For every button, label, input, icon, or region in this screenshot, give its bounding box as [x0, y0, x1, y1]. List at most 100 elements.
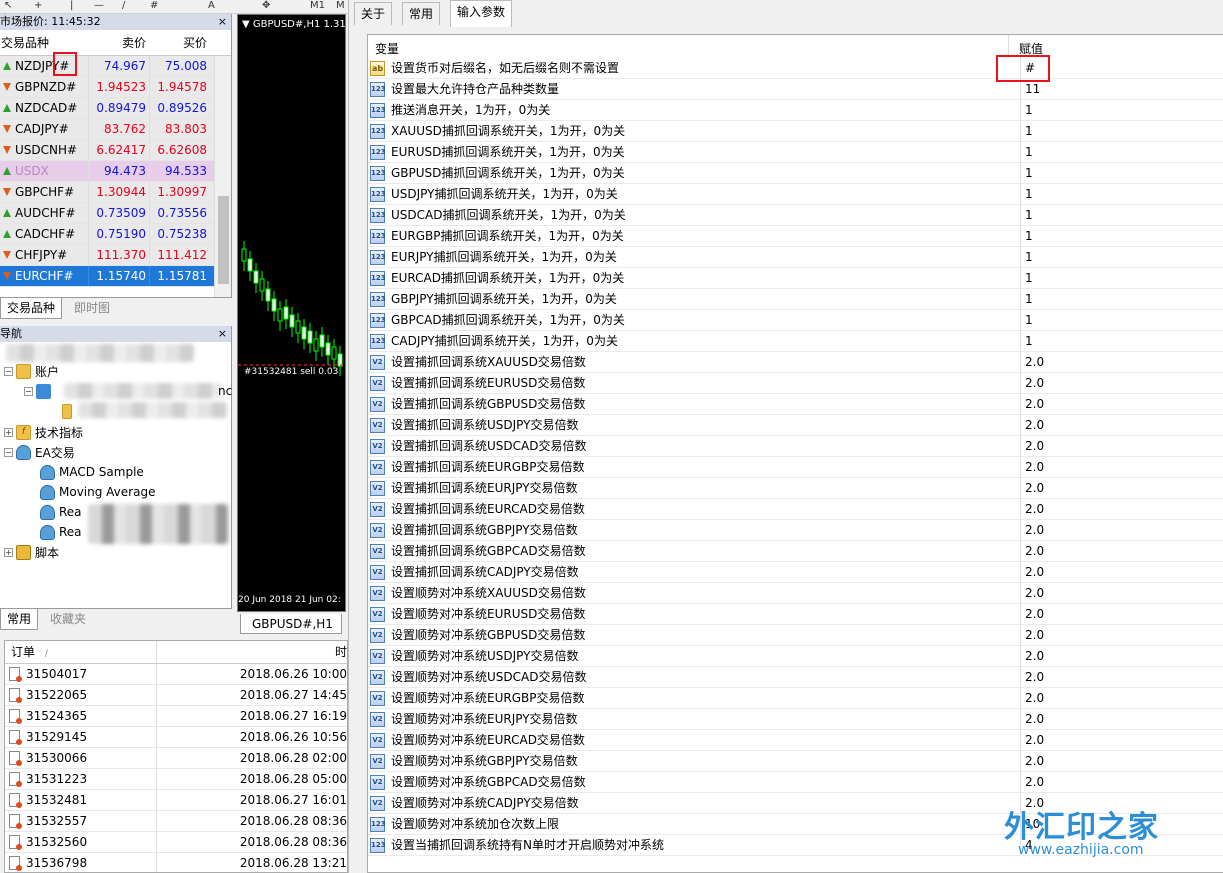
timeframe-m1-button[interactable]: M1 — [310, 0, 325, 11]
table-row[interactable]: V2 设置捕抓回调系统USDCAD交易倍数 2.0 — [368, 436, 1223, 457]
value-input[interactable]: 2.0 — [1020, 730, 1223, 750]
table-row[interactable]: 31532481 2018.06.27 16:01 — [5, 790, 347, 811]
value-input[interactable]: 1 — [1020, 184, 1223, 204]
value-input[interactable]: 2.0 — [1020, 541, 1223, 561]
nav-accounts[interactable]: − 账户 — [4, 362, 59, 380]
table-row[interactable]: 31532557 2018.06.28 08:36 — [5, 811, 347, 832]
table-row[interactable]: 123 GBPUSD捕抓回调系统开关，1为开，0为关 1 — [368, 163, 1223, 184]
tab-symbols[interactable]: 交易品种 — [0, 298, 63, 319]
nav-ea-item[interactable]: Moving Average — [40, 483, 155, 501]
value-input[interactable]: 1 — [1020, 247, 1223, 267]
symbol-row[interactable]: CADCHF# 0.75190 0.75238 — [0, 224, 231, 245]
value-input[interactable]: 1 — [1020, 310, 1223, 330]
text-tool-icon[interactable]: A — [208, 0, 215, 11]
expand-icon[interactable]: − — [4, 366, 13, 376]
value-input[interactable]: 2.0 — [1020, 457, 1223, 477]
tab-common[interactable]: 常用 — [0, 609, 39, 630]
nav-scripts[interactable]: + 脚本 — [4, 543, 59, 561]
value-input[interactable]: 2.0 — [1020, 583, 1223, 603]
table-row[interactable]: V2 设置顺势对冲系统USDCAD交易倍数 2.0 — [368, 667, 1223, 688]
table-row[interactable]: 123 USDJPY捕抓回调系统开关，1为开，0为关 1 — [368, 184, 1223, 205]
table-row[interactable]: V2 设置捕抓回调系统EURGBP交易倍数 2.0 — [368, 457, 1223, 478]
table-row[interactable]: 123 EURCAD捕抓回调系统开关，1为开，0为关 1 — [368, 268, 1223, 289]
nav-ea-item[interactable]: MACD Sample — [40, 463, 144, 481]
value-input[interactable]: 2.0 — [1020, 688, 1223, 708]
nav-account-user[interactable] — [62, 402, 76, 420]
nav-ea-item[interactable]: Rea — [40, 503, 82, 521]
table-row[interactable]: V2 设置捕抓回调系统GBPUSD交易倍数 2.0 — [368, 394, 1223, 415]
value-input[interactable]: 2.0 — [1020, 625, 1223, 645]
value-input[interactable]: 1 — [1020, 121, 1223, 141]
value-input[interactable]: 2.0 — [1020, 604, 1223, 624]
symbol-row[interactable]: USDCNH# 6.62417 6.62608 — [0, 140, 231, 161]
table-row[interactable]: V2 设置捕抓回调系统CADJPY交易倍数 2.0 — [368, 562, 1223, 583]
table-row[interactable]: V2 设置顺势对冲系统GBPJPY交易倍数 2.0 — [368, 751, 1223, 772]
symbol-row[interactable]: GBPNZD# 1.94523 1.94578 — [0, 77, 231, 98]
tab-common[interactable]: 常用 — [402, 2, 441, 25]
value-input[interactable]: 2.0 — [1020, 352, 1223, 372]
value-input[interactable]: 1 — [1020, 226, 1223, 246]
fibonacci-icon[interactable]: # — [150, 0, 158, 11]
column-header-ask[interactable]: 买价 — [149, 30, 210, 55]
table-row[interactable]: V2 设置捕抓回调系统GBPCAD交易倍数 2.0 — [368, 541, 1223, 562]
vertical-line-icon[interactable]: | — [70, 0, 73, 11]
value-input[interactable]: 1 — [1020, 268, 1223, 288]
symbol-row[interactable]: CHFJPY# 111.370 111.412 — [0, 245, 231, 266]
table-row[interactable]: 31504017 2018.06.26 10:00 — [5, 664, 347, 685]
value-input[interactable]: 2.0 — [1020, 436, 1223, 456]
tab-favorites[interactable]: 收藏夹 — [44, 609, 92, 630]
close-icon[interactable]: × — [218, 14, 227, 30]
chart-window[interactable]: ▼ GBPUSD#,H1 1.3117 #31532481 sell 0.03 … — [237, 14, 346, 612]
value-input[interactable]: 11 — [1020, 79, 1223, 99]
table-row[interactable]: 123 GBPCAD捕抓回调系统开关，1为开，0为关 1 — [368, 310, 1223, 331]
table-row[interactable]: 31530066 2018.06.28 02:00 — [5, 748, 347, 769]
table-row[interactable]: 31536798 2018.06.28 13:21 — [5, 853, 347, 872]
table-row[interactable]: 123 XAUUSD捕抓回调系统开关，1为开，0为关 1 — [368, 121, 1223, 142]
column-header-variable[interactable]: 变量 — [368, 35, 1008, 58]
value-input[interactable]: 2.0 — [1020, 478, 1223, 498]
table-row[interactable]: V2 设置捕抓回调系统GBPJPY交易倍数 2.0 — [368, 520, 1223, 541]
cursor-icon[interactable]: ↖ — [4, 0, 12, 11]
table-row[interactable]: V2 设置捕抓回调系统USDJPY交易倍数 2.0 — [368, 415, 1223, 436]
symbol-row[interactable]: GBPCHF# 1.30944 1.30997 — [0, 182, 231, 203]
nav-indicators[interactable]: + f 技术指标 — [4, 423, 83, 441]
value-input[interactable]: 1 — [1020, 100, 1223, 120]
symbol-row[interactable]: NZDCAD# 0.89479 0.89526 — [0, 98, 231, 119]
expand-icon[interactable]: − — [4, 447, 13, 457]
value-input[interactable]: 2.0 — [1020, 772, 1223, 792]
value-input[interactable]: 2.0 — [1020, 646, 1223, 666]
table-row[interactable]: V2 设置顺势对冲系统USDJPY交易倍数 2.0 — [368, 646, 1223, 667]
tab-tick-chart[interactable]: 即时图 — [68, 298, 116, 319]
table-row[interactable]: V2 设置顺势对冲系统EURGBP交易倍数 2.0 — [368, 688, 1223, 709]
value-input[interactable]: 2.0 — [1020, 562, 1223, 582]
table-row[interactable]: 123 设置最大允许持仓产品种类数量 11 — [368, 79, 1223, 100]
symbol-row[interactable]: NZDJPY# 74.967 75.008 — [0, 56, 231, 77]
value-input[interactable]: 2.0 — [1020, 415, 1223, 435]
table-row[interactable]: 123 USDCAD捕抓回调系统开关，1为开，0为关 1 — [368, 205, 1223, 226]
value-input[interactable]: 2.0 — [1020, 667, 1223, 687]
table-row[interactable]: 31531223 2018.06.28 05:00 — [5, 769, 347, 790]
table-row[interactable]: 123 EURGBP捕抓回调系统开关，1为开，0为关 1 — [368, 226, 1223, 247]
column-header-bid[interactable]: 卖价 — [88, 30, 149, 55]
value-input[interactable]: 2.0 — [1020, 520, 1223, 540]
arrows-tool-icon[interactable]: ✥ — [262, 0, 270, 11]
value-input[interactable]: 2.0 — [1020, 394, 1223, 414]
table-row[interactable]: V2 设置捕抓回调系统XAUUSD交易倍数 2.0 — [368, 352, 1223, 373]
nav-expert-advisors[interactable]: − EA交易 — [4, 443, 75, 461]
value-input[interactable]: # — [1020, 58, 1223, 78]
nav-ea-item[interactable]: Rea — [40, 523, 82, 541]
table-row[interactable]: V2 设置捕抓回调系统EURUSD交易倍数 2.0 — [368, 373, 1223, 394]
table-row[interactable]: V2 设置捕抓回调系统EURCAD交易倍数 2.0 — [368, 499, 1223, 520]
scrollbar-thumb[interactable] — [218, 196, 229, 284]
value-input[interactable]: 1 — [1020, 163, 1223, 183]
table-row[interactable]: 31522065 2018.06.27 14:45 — [5, 685, 347, 706]
table-row[interactable]: 123 CADJPY捕抓回调系统开关，1为开，0为关 1 — [368, 331, 1223, 352]
column-header-time[interactable]: 时 — [157, 641, 347, 663]
value-input[interactable]: 1 — [1020, 205, 1223, 225]
tab-inputs[interactable]: 输入参数 — [450, 0, 513, 27]
symbol-row[interactable]: AUDCHF# 0.73509 0.73556 — [0, 203, 231, 224]
table-row[interactable]: V2 设置顺势对冲系统EURJPY交易倍数 2.0 — [368, 709, 1223, 730]
close-icon[interactable]: × — [218, 326, 227, 342]
column-header-order[interactable]: 订单 / — [5, 641, 157, 663]
table-row[interactable]: V2 设置顺势对冲系统GBPCAD交易倍数 2.0 — [368, 772, 1223, 793]
